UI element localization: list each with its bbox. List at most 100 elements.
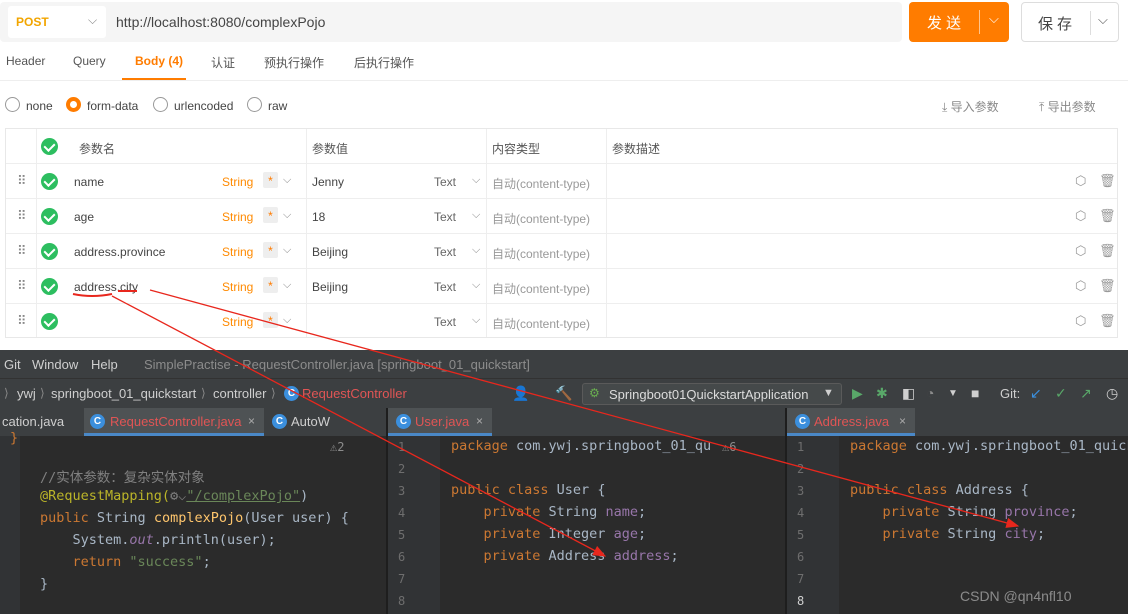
content-type-select[interactable]: Text <box>434 315 456 329</box>
required-marker[interactable]: * <box>263 277 278 293</box>
close-icon[interactable]: × <box>476 414 483 428</box>
chevron-down-icon[interactable]: ⌵ <box>283 279 291 292</box>
breadcrumb-ywj[interactable]: ywj <box>17 386 36 401</box>
chevron-down-icon[interactable]: ⌵ <box>283 174 291 187</box>
url-input[interactable]: http://localhost:8080/complexPojo <box>116 14 325 30</box>
chevron-down-icon[interactable]: ⌵ <box>283 209 291 222</box>
content-type-select[interactable]: Text <box>434 175 456 189</box>
chevron-down-icon[interactable]: ⌵ <box>472 244 480 257</box>
git-update-icon[interactable]: ↙ <box>1030 385 1042 402</box>
chevron-down-icon[interactable]: ⌵ <box>283 314 291 327</box>
tab-autowired[interactable]: C AutoW <box>266 408 386 436</box>
param-type-select[interactable]: String <box>222 210 253 224</box>
content-type-select[interactable]: Text <box>434 210 456 224</box>
send-button[interactable]: 发送 ⌵ <box>909 2 1009 42</box>
row-check-icon[interactable] <box>41 243 58 260</box>
required-marker[interactable]: * <box>263 312 278 328</box>
cube-icon[interactable]: ⬡ <box>1075 173 1086 189</box>
cube-icon[interactable]: ⬡ <box>1075 243 1086 259</box>
chevron-down-icon[interactable]: ▼ <box>948 388 958 399</box>
menu-help[interactable]: Help <box>91 357 118 372</box>
param-value-cell[interactable]: Beijing <box>312 245 348 259</box>
content-type-auto[interactable]: 自动(content-type) <box>492 245 590 262</box>
chevron-down-icon[interactable]: ⌵ <box>472 209 480 222</box>
param-value-cell[interactable]: 18 <box>312 210 325 224</box>
tab-body[interactable]: Body (4) <box>135 54 183 68</box>
content-type-select[interactable]: Text <box>434 280 456 294</box>
tab-user[interactable]: C User.java × <box>388 408 492 436</box>
import-params-button[interactable]: ⤓ 导入参数 <box>942 98 999 115</box>
close-icon[interactable]: × <box>248 414 255 428</box>
chevron-down-icon[interactable]: ⌵ <box>989 11 999 27</box>
row-check-icon[interactable] <box>41 173 58 190</box>
tab-pre-request[interactable]: 预执行操作 <box>264 54 324 71</box>
param-name-cell[interactable]: address.city <box>74 280 138 294</box>
drag-handle-icon[interactable]: ⠿ <box>17 243 27 259</box>
param-name-cell[interactable]: age <box>74 210 94 224</box>
trash-icon[interactable]: 🗑 <box>1099 173 1116 189</box>
required-marker[interactable]: * <box>263 172 278 188</box>
content-type-auto[interactable]: 自动(content-type) <box>492 175 590 192</box>
chevron-down-icon[interactable]: ⌵ <box>472 314 480 327</box>
trash-icon[interactable]: 🗑 <box>1099 278 1116 294</box>
hammer-icon[interactable]: 🔨 <box>555 385 572 402</box>
chevron-down-icon[interactable]: ⌵ <box>472 279 480 292</box>
trash-icon[interactable]: 🗑 <box>1099 313 1116 329</box>
required-marker[interactable]: * <box>263 207 278 223</box>
drag-handle-icon[interactable]: ⠿ <box>17 278 27 294</box>
breadcrumb-package[interactable]: controller <box>213 386 266 401</box>
param-type-select[interactable]: String <box>222 245 253 259</box>
drag-handle-icon[interactable]: ⠿ <box>17 173 27 189</box>
param-type-select[interactable]: String <box>222 175 253 189</box>
trash-icon[interactable]: 🗑 <box>1099 243 1116 259</box>
required-marker[interactable]: * <box>263 242 278 258</box>
export-params-button[interactable]: ⤒ 导出参数 <box>1039 98 1096 115</box>
tab-auth[interactable]: 认证 <box>211 54 235 71</box>
param-value-cell[interactable]: Jenny <box>312 175 344 189</box>
profile-icon[interactable]: ◔ <box>926 385 934 401</box>
stop-icon[interactable]: ■ <box>971 385 979 401</box>
param-type-select[interactable]: String <box>222 280 253 294</box>
chevron-down-icon[interactable]: ⌵ <box>283 244 291 257</box>
row-check-icon[interactable] <box>41 278 58 295</box>
debug-icon[interactable]: ✱ <box>876 385 888 402</box>
run-icon[interactable]: ▶ <box>852 385 863 402</box>
git-commit-icon[interactable]: ✓ <box>1055 385 1067 402</box>
menu-window[interactable]: Window <box>32 357 78 372</box>
user-icon[interactable]: 👤 <box>512 385 529 402</box>
row-check-icon[interactable] <box>41 313 58 330</box>
cube-icon[interactable]: ⬡ <box>1075 313 1086 329</box>
trash-icon[interactable]: 🗑 <box>1099 208 1116 224</box>
tab-address[interactable]: C Address.java × <box>787 408 915 436</box>
cube-icon[interactable]: ⬡ <box>1075 208 1086 224</box>
breadcrumb-class[interactable]: RequestController <box>302 386 407 401</box>
breadcrumb-module[interactable]: springboot_01_quickstart <box>51 386 196 401</box>
tab-query[interactable]: Query <box>73 54 106 68</box>
content-type-auto[interactable]: 自动(content-type) <box>492 280 590 297</box>
param-value-cell[interactable]: Beijing <box>312 280 348 294</box>
param-type-select[interactable]: String <box>222 315 253 329</box>
content-type-select[interactable]: Text <box>434 245 456 259</box>
tab-post-request[interactable]: 后执行操作 <box>354 54 414 71</box>
tab-header[interactable]: Header <box>6 54 45 68</box>
editor-user[interactable]: 1 2 3 4 5 6 7 8 package com.ywj.springbo… <box>388 436 785 614</box>
coverage-icon[interactable]: ◧ <box>902 385 915 402</box>
drag-handle-icon[interactable]: ⠿ <box>17 208 27 224</box>
save-button[interactable]: 保存 ⌵ <box>1021 2 1119 42</box>
param-name-cell[interactable]: address.province <box>74 245 165 259</box>
run-config-select[interactable]: ⚙ Springboot01QuickstartApplication ▼ <box>582 383 842 405</box>
chevron-down-icon[interactable]: ⌵ <box>472 174 480 187</box>
param-name-cell[interactable]: name <box>74 175 104 189</box>
select-all-check-icon[interactable] <box>41 138 58 155</box>
editor-address[interactable]: 1 2 3 4 5 6 7 8 package com.ywj.springbo… <box>787 436 1128 614</box>
drag-handle-icon[interactable]: ⠿ <box>17 313 27 329</box>
git-push-icon[interactable]: ↗ <box>1080 385 1092 402</box>
chevron-down-icon[interactable]: ⌵ <box>1098 12 1108 28</box>
cube-icon[interactable]: ⬡ <box>1075 278 1086 294</box>
method-select[interactable]: POST ⌵ <box>8 6 106 38</box>
close-icon[interactable]: × <box>899 414 906 428</box>
content-type-auto[interactable]: 自动(content-type) <box>492 315 590 332</box>
tab-request-controller[interactable]: C RequestController.java × <box>84 408 264 436</box>
git-history-icon[interactable]: ◷ <box>1106 385 1118 402</box>
row-check-icon[interactable] <box>41 208 58 225</box>
